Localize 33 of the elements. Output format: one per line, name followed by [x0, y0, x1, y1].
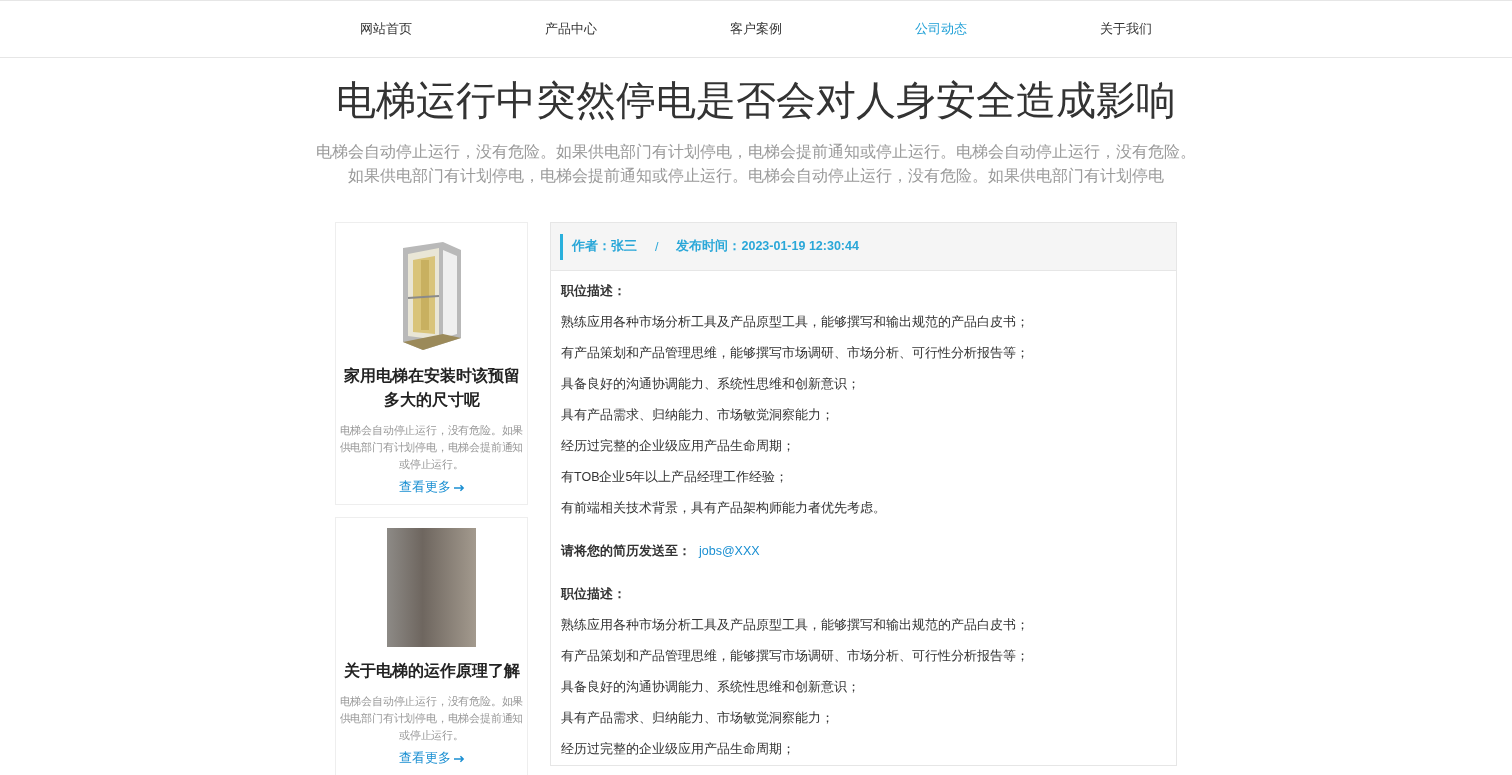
body-text: 经历过完整的企业级应用产品生命周期；	[561, 438, 796, 455]
card-description: 电梯会自动停止运行，没有危险。如果供电部门有计划停电，电梯会提前通知或停止运行。	[339, 694, 524, 743]
arrow-right-icon	[453, 754, 465, 763]
read-more-link[interactable]: 查看更多	[398, 479, 465, 496]
body-text: 熟练应用各种市场分析工具及产品原型工具，能够撰写和输出规范的产品白皮书；	[561, 314, 1030, 331]
read-more-link[interactable]: 查看更多	[398, 750, 465, 767]
body-text: 有产品策划和产品管理思维，能够撰写市场调研、市场分析、可行性分析报告等；	[561, 345, 1030, 362]
publish-time-text: 发布时间：2023-01-19 12:30:44	[676, 238, 859, 255]
body-text: 具备良好的沟通协调能力、系统性思维和创新意识；	[561, 679, 861, 696]
body-text: 具备良好的沟通协调能力、系统性思维和创新意识；	[561, 376, 861, 393]
body-text: 有产品策划和产品管理思维，能够撰写市场调研、市场分析、可行性分析报告等；	[561, 648, 1030, 665]
nav-link[interactable]: 关于我们	[1100, 20, 1152, 38]
card-description: 电梯会自动停止运行，没有危险。如果供电部门有计划停电，电梯会提前通知或停止运行。	[339, 423, 524, 472]
body-text: 有前端相关技术背景，具有产品架构师能力者优先考虑。	[561, 500, 887, 517]
nav-link[interactable]: 产品中心	[545, 20, 597, 38]
contact-label: 请将您的简历发送至：	[561, 543, 691, 560]
arrow-right-icon	[453, 483, 465, 492]
nav-link[interactable]: 客户案例	[730, 20, 782, 38]
nav-link[interactable]: 网站首页	[360, 20, 412, 38]
meta-separator: /	[655, 239, 659, 254]
article-title: 电梯运行中突然停电是否会对人身安全造成影响	[335, 77, 1177, 124]
body-text: 具有产品需求、归纳能力、市场敏觉洞察能力；	[561, 407, 835, 424]
email-link[interactable]: jobs@XXX	[699, 536, 760, 567]
body-text: 具有产品需求、归纳能力、市场敏觉洞察能力；	[561, 710, 835, 727]
body-text: 有TOB企业5年以上产品经理工作经验；	[561, 469, 790, 486]
body-text: 熟练应用各种市场分析工具及产品原型工具，能够撰写和输出规范的产品白皮书；	[561, 617, 1030, 634]
body-text: 经历过完整的企业级应用产品生命周期；	[561, 741, 796, 758]
section-heading: 职位描述：	[561, 586, 627, 603]
card-title: 家用电梯在安装时该预留多大的尺寸呢	[342, 366, 521, 410]
author-text: 作者：张三	[572, 238, 637, 255]
article-summary: 电梯会自动停止运行，没有危险。如果供电部门有计划停电，电梯会提前通知或停止运行。电梯会自动停止运行，没有危险。如果供电部门有计划停电，电梯会提前通知或停止运行。电梯会自动停止运行，没有危险。如果供电部门有计划停电	[316, 142, 1196, 186]
section-heading: 职位描述：	[561, 283, 627, 300]
card-title: 关于电梯的运作原理了解	[343, 661, 520, 681]
